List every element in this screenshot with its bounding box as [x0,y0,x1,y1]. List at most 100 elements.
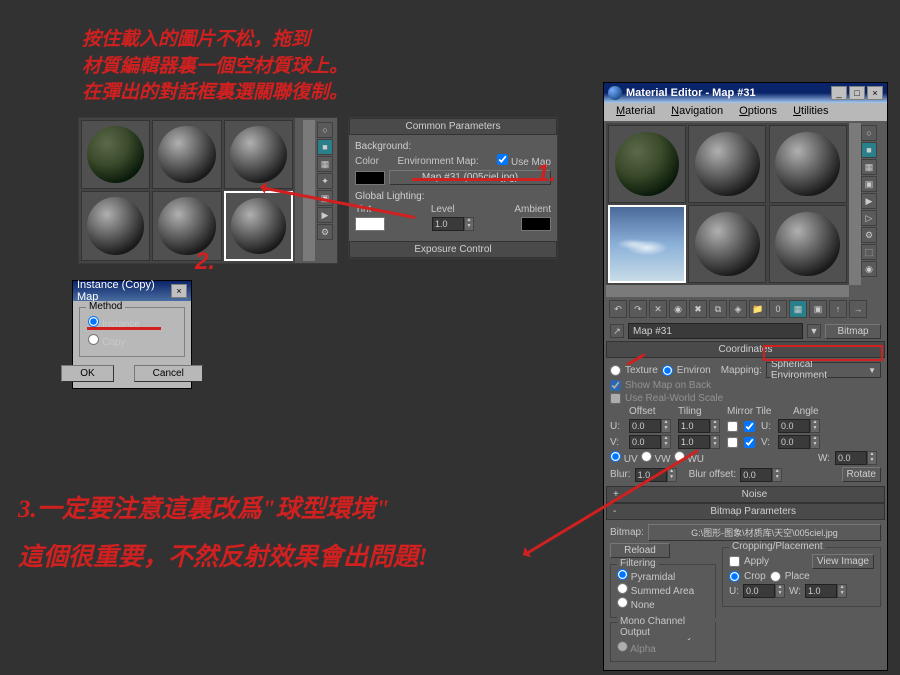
bitmap-rollout[interactable]: Bitmap Parameters [622,506,884,517]
video-check-icon[interactable]: ▶ [861,193,877,209]
make-unique-icon[interactable]: ◈ [729,300,747,318]
mini-slot-4[interactable] [81,191,150,260]
none-radio[interactable] [617,597,628,608]
angle-header: Angle [793,406,839,417]
go-parent-icon[interactable]: ↑ [829,300,847,318]
place-radio[interactable] [770,571,781,582]
crop-radio[interactable] [729,571,740,582]
background-icon[interactable]: ▦ [861,159,877,175]
slot-5[interactable] [688,205,766,283]
go-forward-icon[interactable]: → [849,300,867,318]
ambient-swatch[interactable] [521,217,551,231]
show-result-icon[interactable]: ▣ [809,300,827,318]
w-angle[interactable] [835,451,867,465]
u-offset[interactable] [629,419,661,433]
usemap-checkbox[interactable] [497,154,508,165]
view-image-button[interactable]: View Image [812,554,874,569]
filtering-legend: Filtering [617,558,659,569]
show-back-checkbox[interactable] [610,380,621,391]
put-library-icon[interactable]: 📁 [749,300,767,318]
preview-icon[interactable]: ▷ [861,210,877,226]
tool-vid-icon[interactable]: ▶ [317,207,333,223]
rotate-button[interactable]: Rotate [842,467,881,482]
u-angle[interactable] [778,419,810,433]
delete-icon[interactable]: ✕ [649,300,667,318]
environ-radio[interactable] [662,365,673,376]
map-type-button[interactable]: Bitmap [825,324,881,339]
reload-button[interactable]: Reload [610,543,670,558]
navigator-icon[interactable]: ◉ [861,261,877,277]
ok-button[interactable]: OK [61,365,113,382]
tool-checker-icon[interactable]: ▦ [317,156,333,172]
alpha-radio[interactable] [617,641,628,652]
menu-material[interactable]: MMaterialaterial [608,103,663,121]
mini-slot-6[interactable] [224,191,293,260]
tool-sample-icon[interactable]: ○ [317,122,333,138]
get-material-icon[interactable]: ↶ [609,300,627,318]
mini-slot-2[interactable] [152,120,221,189]
dropdown-icon[interactable]: ▼ [807,324,821,338]
copy-radio[interactable] [88,334,99,345]
menu-utilities[interactable]: Utilities [785,103,836,121]
reset-icon[interactable]: ✖ [689,300,707,318]
summed-radio[interactable] [617,583,628,594]
apply-checkbox[interactable] [729,556,740,567]
show-map-icon[interactable]: ▦ [789,300,807,318]
map-name-field[interactable] [628,323,803,339]
v-offset[interactable] [629,435,661,449]
tool-bg-icon[interactable]: ■ [317,139,333,155]
v-angle[interactable] [778,435,810,449]
effects-icon[interactable]: 0 [769,300,787,318]
mini-slot-3[interactable] [224,120,293,189]
put-material-icon[interactable]: ↷ [629,300,647,318]
menu-navigation[interactable]: Navigation [663,103,731,121]
close-icon[interactable]: × [867,86,883,100]
make-copy-icon[interactable]: ⧉ [709,300,727,318]
sample-type-icon[interactable]: ○ [861,125,877,141]
maximize-icon[interactable]: □ [849,86,865,100]
noise-rollout[interactable]: Noise [625,489,884,500]
cancel-button[interactable]: Cancel [134,365,203,382]
slot-1[interactable] [608,125,686,203]
uv-tiling-icon[interactable]: ▣ [861,176,877,192]
slot-3[interactable] [769,125,847,203]
mini-toolstrip: ○ ■ ▦ ✦ ▣ ▶ ⚙ [317,120,335,261]
bluroff-spinner[interactable] [740,468,772,482]
env-rollout-common[interactable]: Common Parameters [349,118,557,135]
options-icon[interactable]: ⚙ [861,227,877,243]
bitmap-path-button[interactable]: G:\图形-图象\材质库\天空\005ciel.jpg [648,524,881,541]
v-tile[interactable] [744,437,755,448]
u-tile[interactable] [744,421,755,432]
u-mirror[interactable] [727,421,738,432]
level-spinner[interactable]: ▲▼ [432,217,474,231]
instance-radio[interactable] [88,316,99,327]
select-icon[interactable]: ⬚ [861,244,877,260]
dialog-close-icon[interactable]: × [171,284,187,298]
uv-radio[interactable] [610,451,621,462]
mapping-dropdown[interactable]: Spherical Environment▼ [766,362,881,378]
minimize-icon[interactable]: _ [831,86,847,100]
texture-radio[interactable] [610,365,621,376]
mini-slot-1[interactable] [81,120,150,189]
slot-2[interactable] [688,125,766,203]
crop-w[interactable] [805,584,837,598]
u-tiling[interactable] [678,419,710,433]
assign-icon[interactable]: ◉ [669,300,687,318]
slot-4[interactable] [608,205,686,283]
menu-options[interactable]: Options [731,103,785,121]
backlight-icon[interactable]: ■ [861,142,877,158]
blur-label: Blur: [610,469,631,480]
crop-u[interactable] [743,584,775,598]
v-mirror[interactable] [727,437,738,448]
pyramidal-radio[interactable] [617,569,628,580]
tool-light-icon[interactable]: ✦ [317,173,333,189]
env-rollout-exposure[interactable]: Exposure Control [349,241,557,258]
vw-radio[interactable] [641,451,652,462]
slot-6[interactable] [769,205,847,283]
bg-color-swatch[interactable] [355,171,385,185]
real-world-checkbox[interactable] [610,393,621,404]
tint-swatch[interactable] [355,217,385,231]
v-tiling[interactable] [678,435,710,449]
pick-icon[interactable]: ↗ [610,324,624,338]
tool-opt-icon[interactable]: ⚙ [317,224,333,240]
